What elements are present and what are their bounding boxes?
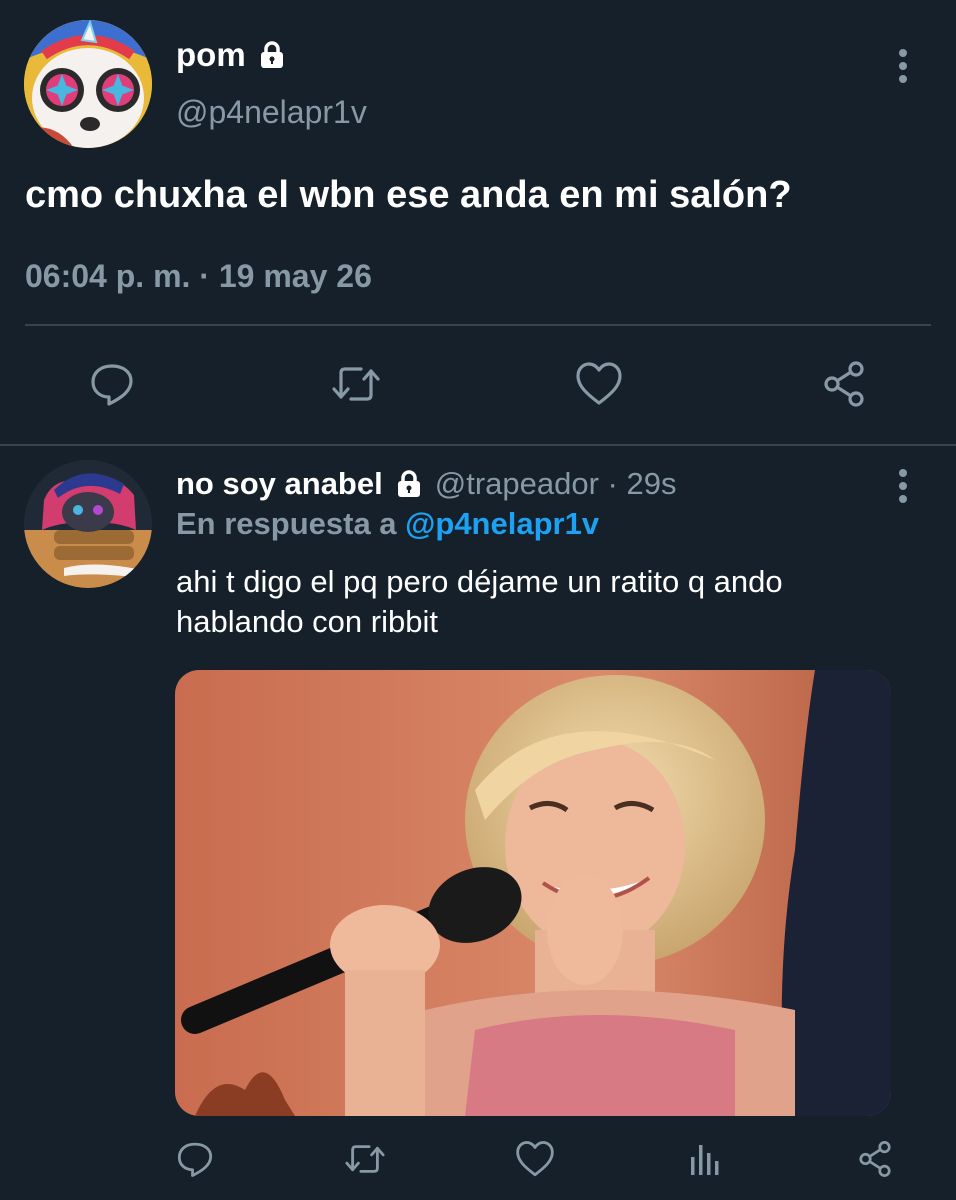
reply-button[interactable] xyxy=(82,354,142,414)
share-button[interactable] xyxy=(850,1134,900,1184)
author-row: pom xyxy=(176,36,288,74)
like-button[interactable] xyxy=(510,1134,560,1184)
retweet-button[interactable] xyxy=(326,354,386,414)
retweet-icon xyxy=(345,1145,385,1173)
avatar-illustration xyxy=(24,460,152,588)
like-icon xyxy=(516,1141,554,1177)
reply-icon xyxy=(91,364,133,406)
divider xyxy=(25,324,931,326)
share-icon xyxy=(824,361,864,407)
like-button[interactable] xyxy=(569,354,629,414)
display-name[interactable]: no soy anabel xyxy=(176,466,383,502)
author-handle[interactable]: @trapeador · 29s xyxy=(435,466,677,502)
media-photo xyxy=(175,670,891,1116)
avatar[interactable] xyxy=(24,20,152,148)
tweet-time: 06:04 p. m. xyxy=(25,258,191,294)
reply-prefix: En respuesta a xyxy=(176,506,406,541)
mention-link[interactable]: @p4nelapr1v xyxy=(405,506,599,541)
meta-separator: · xyxy=(190,258,219,294)
reply-button[interactable] xyxy=(170,1134,220,1184)
tweet-text: ahi t digo el pq pero déjame un ratito q… xyxy=(176,564,783,639)
author-row: no soy anabel @trapeador · 29s xyxy=(176,466,676,502)
handle-text: @trapeador xyxy=(434,466,599,501)
divider xyxy=(0,444,956,446)
like-icon xyxy=(576,362,622,405)
retweet-button[interactable] xyxy=(340,1134,390,1184)
main-tweet: pom @p4nelapr1v cmo chuxha el wbn ese an… xyxy=(0,0,956,446)
share-icon xyxy=(859,1141,891,1177)
analytics-button[interactable] xyxy=(680,1134,730,1184)
tweet-text: cmo chuxha el wbn ese anda en mi salón? xyxy=(25,174,792,216)
share-button[interactable] xyxy=(814,354,874,414)
tweet-age: 29s xyxy=(626,466,677,501)
tweet-media-image[interactable] xyxy=(175,670,891,1116)
meta-separator: · xyxy=(598,466,627,501)
tweet-date: 19 may 26 xyxy=(218,258,372,294)
retweet-icon xyxy=(332,367,380,401)
avatar[interactable] xyxy=(24,460,152,588)
tweet-timestamp[interactable]: 06:04 p. m. · 19 may 26 xyxy=(25,258,372,295)
more-icon[interactable] xyxy=(899,469,909,508)
lock-icon xyxy=(393,468,425,500)
avatar-illustration xyxy=(24,20,152,148)
lock-icon xyxy=(256,39,288,71)
author-handle[interactable]: @p4nelapr1v xyxy=(176,94,367,131)
display-name[interactable]: pom xyxy=(176,36,246,74)
reply-context: En respuesta a @p4nelapr1v xyxy=(176,506,599,542)
more-icon[interactable] xyxy=(899,49,909,88)
analytics-icon xyxy=(691,1145,719,1175)
reply-icon xyxy=(177,1142,213,1177)
